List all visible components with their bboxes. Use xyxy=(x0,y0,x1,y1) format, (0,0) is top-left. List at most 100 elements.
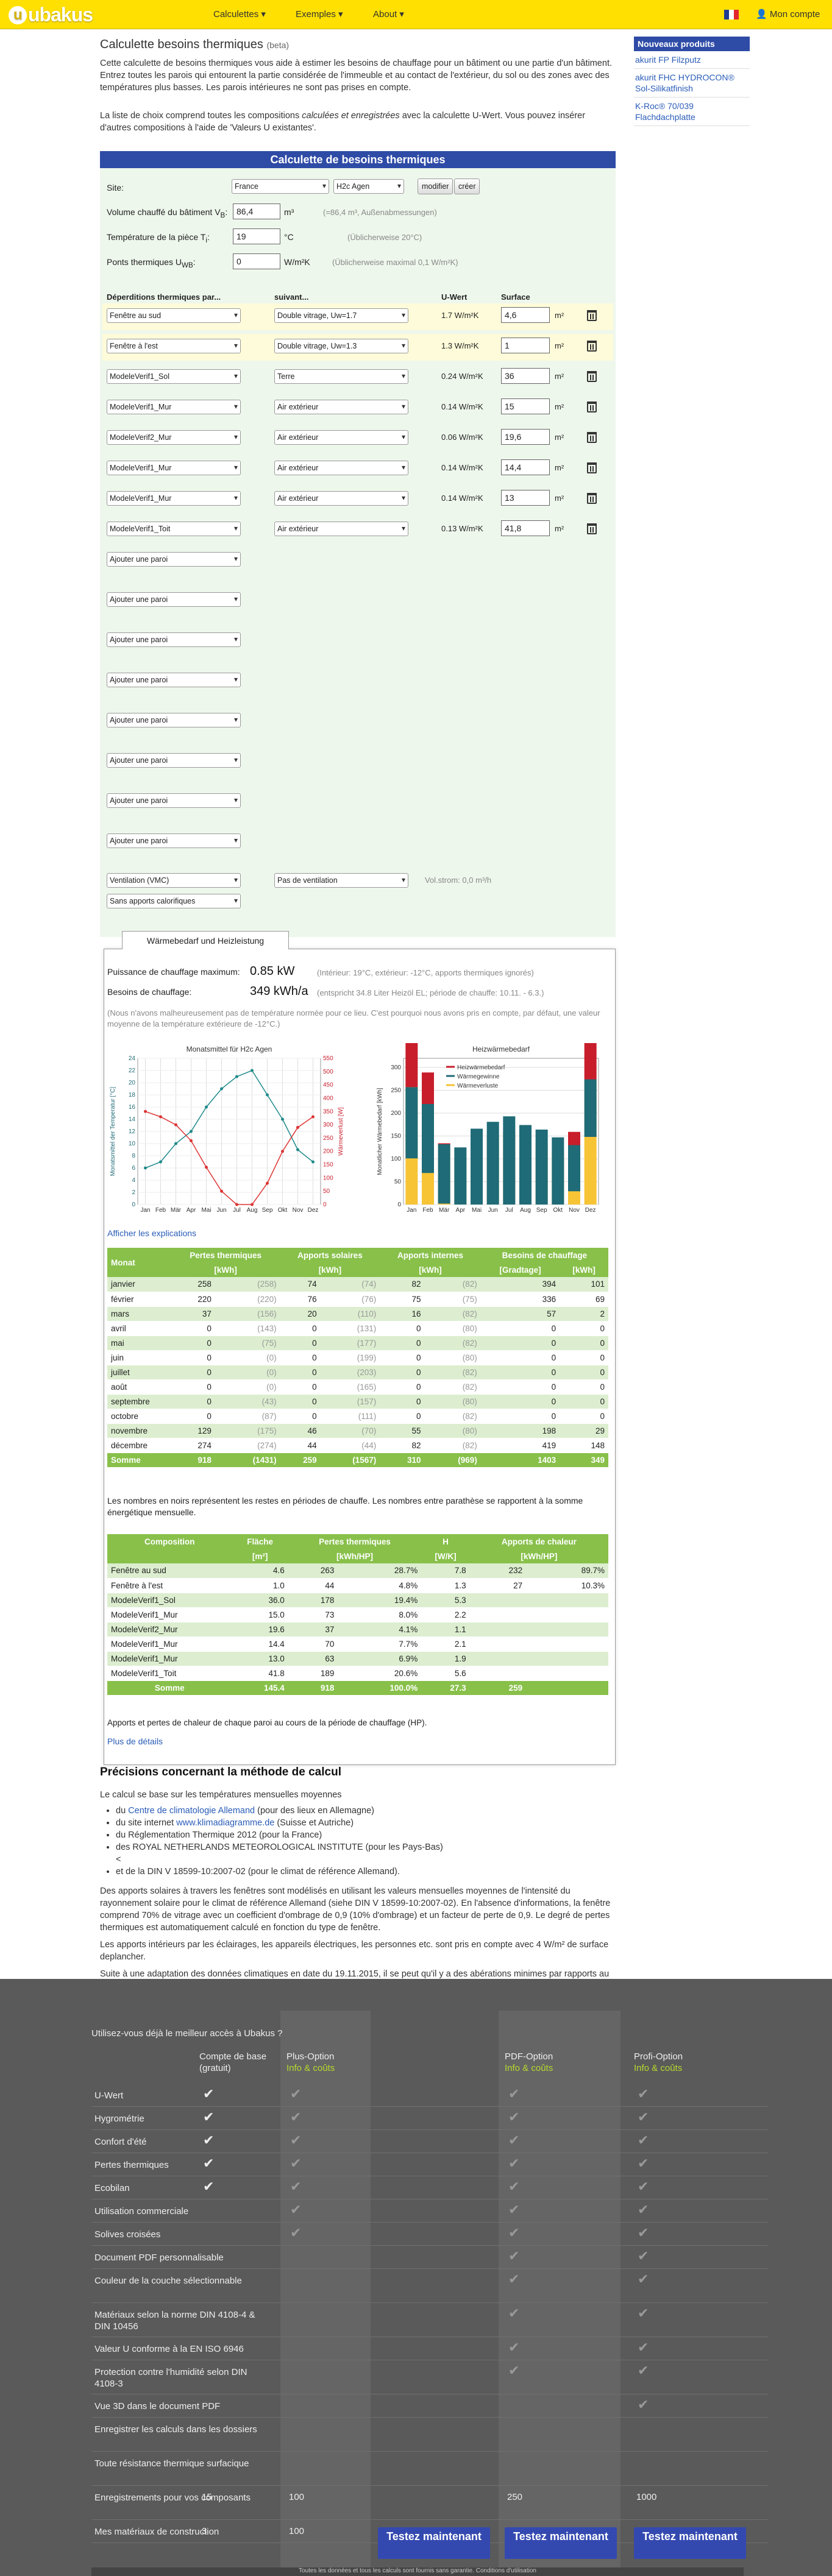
wall-type-select[interactable]: ModeleVerif1_Mur xyxy=(107,400,241,414)
wall-type-select[interactable]: ModeleVerif2_Mur xyxy=(107,430,241,445)
plan-sub[interactable]: Info & coûts xyxy=(505,2062,553,2074)
trash-icon[interactable] xyxy=(587,462,597,473)
ventilation-option-select[interactable]: Pas de ventilation xyxy=(274,873,408,888)
count-value: 250 xyxy=(507,2492,523,2502)
check-icon: ✔ xyxy=(638,2132,649,2148)
temperature-input[interactable]: 19 xyxy=(233,228,280,244)
feature-label: Toute résistance thermique surfacique xyxy=(94,2458,249,2469)
plan-header: Profi-Option Info & coûts xyxy=(634,2051,683,2074)
trash-icon[interactable] xyxy=(587,493,597,504)
footer-bar: Toutes les données et tous les calculs s… xyxy=(91,2567,744,2576)
more-details-link[interactable]: Plus de détails xyxy=(107,1736,163,1746)
add-wall-select[interactable]: Ajouter une paroi xyxy=(107,753,241,768)
account-link[interactable]: 👤 Mon compte xyxy=(756,9,820,19)
sidebar-link[interactable]: K-Roc® 70/039 Flachdachplatte xyxy=(634,97,750,126)
y-tick-label: 2 xyxy=(132,1189,135,1196)
modify-site-button[interactable]: modifier xyxy=(418,179,453,194)
create-site-button[interactable]: créer xyxy=(454,179,480,194)
temperature-label: Température de la pièce Ti: xyxy=(107,232,210,244)
y-tick-label: 6 xyxy=(132,1165,135,1172)
check-icon: ✔ xyxy=(638,2340,649,2355)
menu-exemples[interactable]: Exemples ▾ xyxy=(296,9,343,19)
method-link[interactable]: Centre de climatologie Allemand xyxy=(128,1806,255,1816)
volume-input[interactable]: 86,4 xyxy=(233,203,280,219)
th-unit xyxy=(107,1549,232,1563)
area-input[interactable]: 14,4 xyxy=(501,459,550,475)
add-wall-select[interactable]: Ajouter une paroi xyxy=(107,833,241,848)
ventilation-select[interactable]: Ventilation (VMC) xyxy=(107,873,241,888)
wall-type-select[interactable]: ModeleVerif1_Mur xyxy=(107,491,241,506)
test-now-button[interactable]: Testez maintenant xyxy=(378,2527,490,2559)
area-input[interactable]: 4,6 xyxy=(501,307,550,323)
table-cell: (0) xyxy=(215,1350,280,1365)
table-cell: Fenêtre à l'est xyxy=(107,1578,232,1593)
y-tick-label: 18 xyxy=(129,1092,136,1099)
menu-calculettes[interactable]: Calculettes ▾ xyxy=(213,9,266,19)
wall-next-select[interactable]: Air extérieur xyxy=(274,522,408,536)
add-wall-select[interactable]: Ajouter une paroi xyxy=(107,793,241,808)
add-wall-select[interactable]: Ajouter une paroi xyxy=(107,632,241,647)
wall-type-select[interactable]: ModeleVerif1_Sol xyxy=(107,369,241,384)
table-cell: 0 xyxy=(280,1336,321,1351)
check-icon: ✔ xyxy=(638,2225,649,2240)
table-cell: 0 xyxy=(380,1409,425,1424)
method-link[interactable]: www.klimadiagramme.de xyxy=(176,1818,274,1828)
wall-next-select[interactable]: Air extérieur xyxy=(274,400,408,414)
ubakus-logo[interactable]: u ubakus xyxy=(9,4,93,26)
plan-sub[interactable]: Info & coûts xyxy=(286,2062,335,2074)
x-tick-label: Jun xyxy=(216,1207,226,1214)
wall-next-select[interactable]: Double vitrage, Uw=1.3 xyxy=(274,339,408,353)
plan-sub[interactable]: Info & coûts xyxy=(634,2062,683,2074)
area-input[interactable]: 36 xyxy=(501,368,550,384)
trash-icon[interactable] xyxy=(587,523,597,534)
table-cell: 0 xyxy=(380,1336,425,1351)
trash-icon[interactable] xyxy=(587,310,597,321)
add-wall-select[interactable]: Ajouter une paroi xyxy=(107,552,241,567)
trash-icon[interactable] xyxy=(587,432,597,443)
wall-type-select[interactable]: ModeleVerif1_Toit xyxy=(107,522,241,536)
gains-select[interactable]: Sans apports calorifiques xyxy=(107,894,241,908)
wall-next-select[interactable]: Air extérieur xyxy=(274,461,408,475)
wall-next-select[interactable]: Double vitrage, Uw=1.7 xyxy=(274,308,408,323)
area-input[interactable]: 15 xyxy=(501,398,550,414)
area-input[interactable]: 13 xyxy=(501,490,550,506)
table-cell xyxy=(469,1637,527,1652)
feature-label: Enregistrer les calculs dans les dossier… xyxy=(94,2424,257,2435)
french-flag-icon[interactable] xyxy=(724,10,739,19)
sidebar-link[interactable]: akurit FHC HYDROCON® Sol-Silikatfinish xyxy=(634,69,750,97)
sidebar-link[interactable]: akurit FP Filzputz xyxy=(634,51,750,69)
table-cell: (82) xyxy=(424,1306,481,1322)
wall-type-select[interactable]: ModeleVerif1_Mur xyxy=(107,461,241,475)
wall-next-select[interactable]: Terre xyxy=(274,369,408,384)
feature-label: Couleur de la couche sélectionnable xyxy=(94,2276,242,2286)
wall-type-select[interactable]: Fenêtre à l'est xyxy=(107,339,241,353)
add-wall-select[interactable]: Ajouter une paroi xyxy=(107,592,241,607)
table-cell: (75) xyxy=(215,1336,280,1351)
add-wall-select[interactable]: Ajouter une paroi xyxy=(107,713,241,727)
table-cell: 0 xyxy=(560,1350,608,1365)
wall-next-select[interactable]: Air extérieur xyxy=(274,430,408,445)
check-icon: ✔ xyxy=(203,2156,215,2171)
bar-need xyxy=(438,1143,450,1144)
trash-icon[interactable] xyxy=(587,402,597,412)
site-country-select[interactable]: France xyxy=(232,179,329,194)
wall-type-select[interactable]: Fenêtre au sud xyxy=(107,308,241,323)
wall-next-select[interactable]: Air extérieur xyxy=(274,491,408,506)
area-input[interactable]: 41,8 xyxy=(501,520,550,536)
y-tick-label: 50 xyxy=(394,1179,402,1186)
menu-about[interactable]: About ▾ xyxy=(373,9,404,19)
table-cell xyxy=(526,1607,608,1622)
th-unit: [kWh] xyxy=(171,1262,280,1277)
site-city-select[interactable]: H2c Agen xyxy=(333,179,404,194)
area-input[interactable]: 19,6 xyxy=(501,429,550,445)
trash-icon[interactable] xyxy=(587,341,597,352)
data-point xyxy=(190,1139,193,1142)
show-explanations-link[interactable]: Afficher les explications xyxy=(107,1228,196,1238)
add-wall-select[interactable]: Ajouter une paroi xyxy=(107,673,241,687)
test-now-button[interactable]: Testez maintenant xyxy=(505,2527,617,2559)
tab-heat-demand[interactable]: Wärmebedarf und Heizleistung xyxy=(122,931,289,949)
test-now-button[interactable]: Testez maintenant xyxy=(634,2527,746,2559)
area-input[interactable]: 1 xyxy=(501,338,550,353)
bridge-input[interactable]: 0 xyxy=(233,253,280,269)
trash-icon[interactable] xyxy=(587,371,597,382)
